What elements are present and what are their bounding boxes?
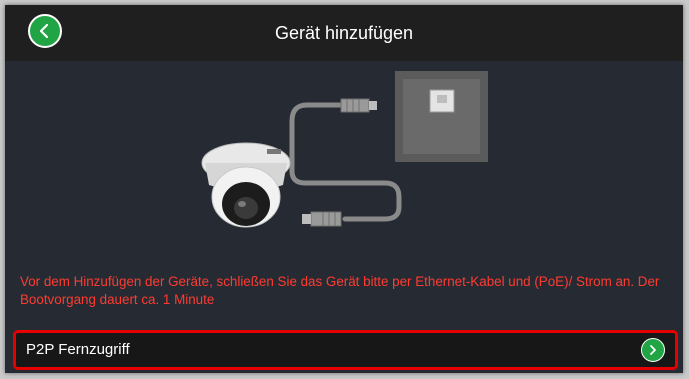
p2p-remote-access-option[interactable]: P2P Fernzugriff	[13, 330, 678, 370]
ethernet-cable-icon	[289, 98, 402, 227]
ethernet-port-icon	[395, 71, 488, 162]
app-screen: Gerät hinzufügen Vor dem Hinzufügen der …	[5, 5, 683, 373]
connection-illustration	[201, 71, 488, 228]
back-button[interactable]	[28, 14, 62, 48]
chevron-right-icon	[641, 338, 665, 362]
chevron-left-icon	[39, 23, 49, 39]
page-title: Gerät hinzufügen	[274, 23, 414, 43]
header-bar: Gerät hinzufügen	[5, 5, 683, 61]
dome-camera-icon	[201, 142, 291, 228]
setup-notice-text: Vor dem Hinzufügen der Geräte, schließen…	[20, 274, 660, 307]
p2p-remote-access-label: P2P Fernzugriff	[26, 341, 130, 358]
